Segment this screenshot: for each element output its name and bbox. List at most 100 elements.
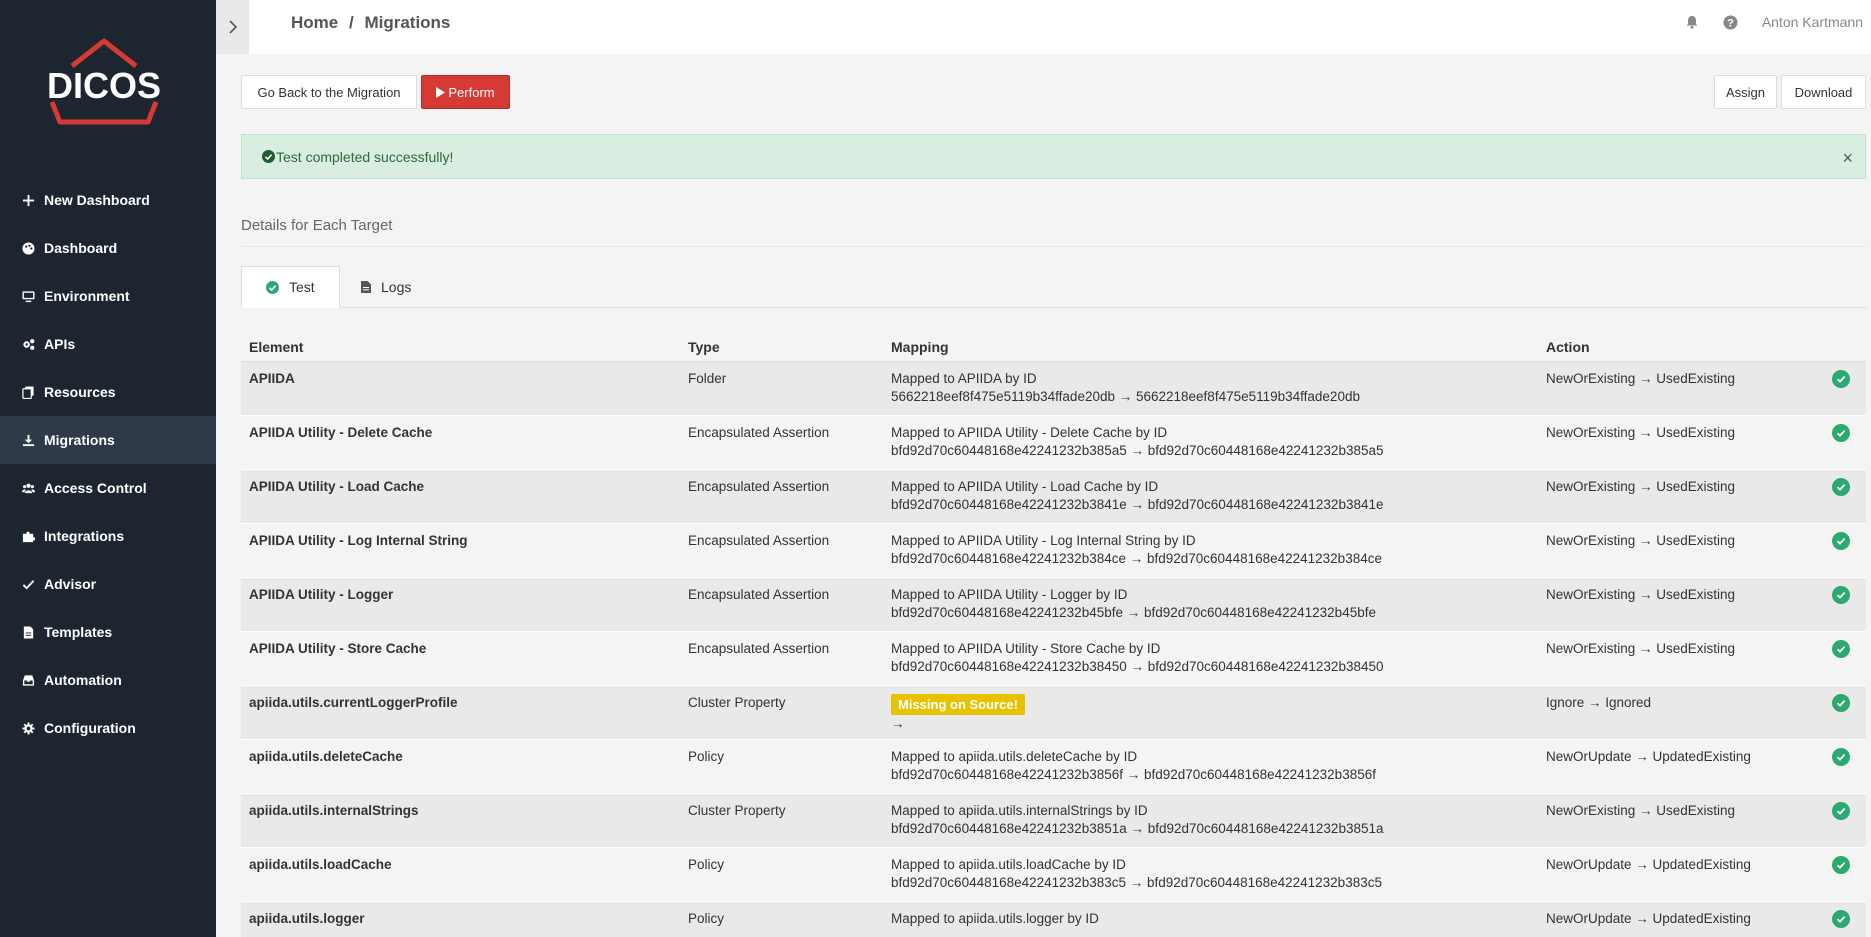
alert-close-button[interactable]: × bbox=[1842, 148, 1853, 169]
action: NewOrUpdate → UpdatedExisting bbox=[1546, 749, 1751, 764]
perform-button[interactable]: Perform bbox=[421, 75, 510, 109]
mapping-line: Mapped to APIIDA Utility - Store Cache b… bbox=[891, 641, 1161, 656]
sidebar-item-templates[interactable]: Templates bbox=[0, 608, 216, 656]
user-name[interactable]: Anton Kartmann bbox=[1762, 14, 1863, 30]
chevron-right-icon bbox=[228, 20, 237, 34]
mapping: Mapped to apiida.utils.deleteCache by ID… bbox=[891, 748, 1376, 784]
action: NewOrExisting → UsedExisting bbox=[1546, 425, 1736, 440]
action: NewOrUpdate → UpdatedExisting bbox=[1546, 857, 1751, 872]
element-name: apiida.utils.deleteCache bbox=[249, 749, 403, 764]
element-name: apiida.utils.logger bbox=[249, 911, 365, 926]
table-row[interactable]: apiida.utils.logger Policy Mapped to apiid… bbox=[241, 902, 1866, 937]
mapping-ids: bfd92d70c60448168e42241232b3851a → bfd92… bbox=[891, 821, 1384, 836]
sidebar-item-label: New Dashboard bbox=[44, 192, 150, 208]
mapping-line: Mapped to apiida.utils.internalStrings b… bbox=[891, 803, 1148, 818]
tab-logs[interactable]: Logs bbox=[337, 266, 435, 308]
table-row[interactable]: APIIDA Folder Mapped to APIIDA by ID 566221… bbox=[241, 362, 1866, 416]
element-name: APIIDA Utility - Load Cache bbox=[249, 479, 425, 494]
mapping-ids: bfd92d70c60448168e42241232b3856f → bfd92… bbox=[891, 767, 1376, 782]
mapping-ids: bfd92d70c60448168e42241232b385a5 → bfd92… bbox=[891, 443, 1384, 458]
table-row[interactable]: APIIDA Utility - Load Cache Encapsulated … bbox=[241, 470, 1866, 524]
element-type: Encapsulated Assertion bbox=[688, 479, 830, 494]
sidebar-item-environment[interactable]: Environment bbox=[0, 272, 216, 320]
success-check-icon bbox=[1832, 586, 1850, 604]
sidebar-item-advisor[interactable]: Advisor bbox=[0, 560, 216, 608]
breadcrumb-home[interactable]: Home bbox=[291, 13, 338, 32]
success-check-icon bbox=[1832, 802, 1850, 820]
mapping-ids: bfd92d70c60448168e42241232b383c5 → bfd92… bbox=[891, 875, 1382, 890]
success-check-icon bbox=[1832, 856, 1850, 874]
status-cell bbox=[1832, 856, 1850, 875]
element-type: Encapsulated Assertion bbox=[688, 587, 830, 602]
mapping-line: Mapped to APIIDA Utility - Log Internal … bbox=[891, 533, 1196, 548]
sidebar-item-label: Integrations bbox=[44, 528, 125, 544]
sidebar-item-label: Migrations bbox=[44, 432, 115, 448]
sidebar: DICOS New Dashboard Dashboard Environment A… bbox=[0, 0, 216, 937]
element-type: Folder bbox=[688, 371, 727, 386]
tab-label: Logs bbox=[381, 279, 412, 295]
go-back-button[interactable]: Go Back to the Migration bbox=[241, 75, 417, 109]
table-row[interactable]: apiida.utils.currentLoggerProfile Cluster… bbox=[241, 686, 1866, 740]
table-row[interactable]: apiida.utils.deleteCache Policy Mapped to … bbox=[241, 740, 1866, 794]
topbar: Home / Migrations ? Anton Kartmann bbox=[216, 0, 1871, 54]
sidebar-item-dashboard[interactable]: Dashboard bbox=[0, 224, 216, 272]
mapping-line: Mapped to apiida.utils.logger by ID bbox=[891, 911, 1099, 926]
success-check-icon bbox=[1832, 424, 1850, 442]
sidebar-item-configuration[interactable]: Configuration bbox=[0, 704, 216, 752]
bell-icon[interactable] bbox=[1684, 14, 1700, 30]
sidebar-item-new-dashboard[interactable]: New Dashboard bbox=[0, 176, 216, 224]
header-element[interactable]: Element bbox=[249, 339, 303, 355]
download-button[interactable]: Download bbox=[1781, 75, 1866, 109]
sidebar-item-migrations[interactable]: Migrations bbox=[0, 416, 216, 464]
mapping-ids: → bbox=[891, 716, 905, 731]
mapping-ids: bfd92d70c60448168e42241232b38450 → bfd92… bbox=[891, 659, 1384, 674]
tab-bar: Test Logs bbox=[241, 266, 1866, 308]
status-cell bbox=[1832, 694, 1850, 713]
sidebar-item-label: Advisor bbox=[44, 576, 97, 592]
download-icon bbox=[21, 433, 35, 447]
sidebar-item-integrations[interactable]: Integrations bbox=[0, 512, 216, 560]
table-row[interactable]: apiida.utils.internalStrings Cluster Prop… bbox=[241, 794, 1866, 848]
help-icon[interactable]: ? bbox=[1723, 14, 1739, 30]
sidebar-nav: New Dashboard Dashboard Environment APIs Res… bbox=[0, 176, 216, 752]
element-name: APIIDA Utility - Store Cache bbox=[249, 641, 427, 656]
header-mapping[interactable]: Mapping bbox=[891, 339, 949, 355]
table-row[interactable]: APIIDA Utility - Delete Cache Encapsulate… bbox=[241, 416, 1866, 470]
sidebar-item-automation[interactable]: Automation bbox=[0, 656, 216, 704]
header-type[interactable]: Type bbox=[688, 339, 720, 355]
tab-test[interactable]: Test bbox=[241, 266, 340, 308]
sidebar-item-access-control[interactable]: Access Control bbox=[0, 464, 216, 512]
check-circle-icon bbox=[266, 280, 279, 294]
sidebar-item-label: APIs bbox=[44, 336, 76, 352]
file-icon bbox=[361, 281, 371, 293]
svg-text:?: ? bbox=[1727, 17, 1734, 29]
element-name: apiida.utils.internalStrings bbox=[249, 803, 419, 818]
sidebar-item-label: Dashboard bbox=[44, 240, 118, 256]
breadcrumb-separator: / bbox=[348, 13, 354, 32]
header-action[interactable]: Action bbox=[1546, 339, 1590, 355]
status-cell bbox=[1832, 532, 1850, 551]
mapping: Mapped to APIIDA by ID 5662218eef8f475e51… bbox=[891, 370, 1360, 406]
sidebar-toggle-button[interactable] bbox=[216, 0, 249, 54]
users-icon bbox=[21, 481, 35, 495]
sidebar-item-resources[interactable]: Resources bbox=[0, 368, 216, 416]
table-row[interactable]: apiida.utils.loadCache Policy Mapped to ap… bbox=[241, 848, 1866, 902]
mapping: Mapped to APIIDA Utility - Load Cache by… bbox=[891, 478, 1384, 514]
table-row[interactable]: APIIDA Utility - Log Internal String Enca… bbox=[241, 524, 1866, 578]
success-alert: Test completed successfully! × bbox=[241, 134, 1866, 179]
palette-icon bbox=[21, 241, 35, 255]
mapping: Mapped to APIIDA Utility - Delete Cache … bbox=[891, 424, 1384, 460]
element-name: apiida.utils.currentLoggerProfile bbox=[249, 695, 458, 710]
plus-icon bbox=[21, 193, 35, 207]
sidebar-item-label: Configuration bbox=[44, 720, 136, 736]
sidebar-item-apis[interactable]: APIs bbox=[0, 320, 216, 368]
sidebar-item-label: Templates bbox=[44, 624, 113, 640]
table-row[interactable]: APIIDA Utility - Logger Encapsulated Asse… bbox=[241, 578, 1866, 632]
mapping: Mapped to apiida.utils.loadCache by ID bf… bbox=[891, 856, 1382, 892]
breadcrumb: Home / Migrations bbox=[291, 13, 456, 33]
table-row[interactable]: APIIDA Utility - Store Cache Encapsulated… bbox=[241, 632, 1866, 686]
element-name: APIIDA Utility - Log Internal String bbox=[249, 533, 468, 548]
dicos-logo[interactable]: DICOS bbox=[38, 38, 170, 128]
mapping: Mapped to APIIDA Utility - Store Cache b… bbox=[891, 640, 1384, 676]
assign-button[interactable]: Assign bbox=[1714, 75, 1777, 109]
